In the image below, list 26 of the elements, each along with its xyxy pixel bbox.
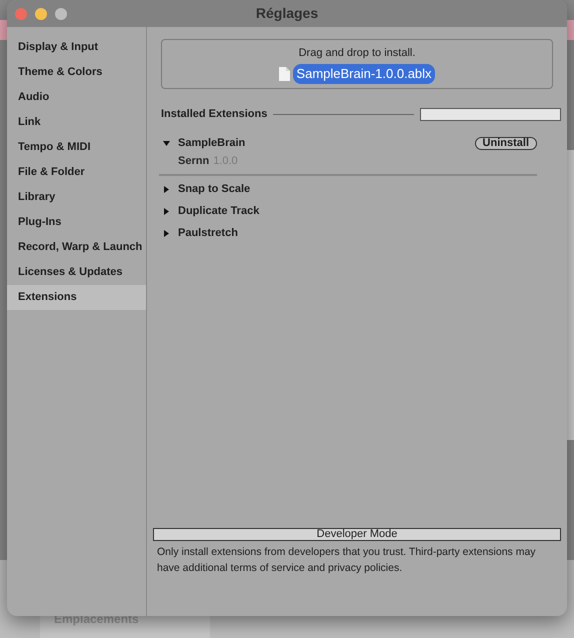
file-name[interactable]: SampleBrain-1.0.0.ablx bbox=[293, 64, 435, 84]
extension-name[interactable]: Duplicate Track bbox=[178, 203, 260, 220]
sidebar-item[interactable]: Plug-Ins bbox=[7, 210, 146, 235]
sidebar-item[interactable]: Theme & Colors bbox=[7, 60, 146, 85]
sidebar-item[interactable]: Licenses & Updates bbox=[7, 260, 146, 285]
extension-name[interactable]: SampleBrain bbox=[178, 135, 246, 152]
sidebar-item[interactable]: File & Folder bbox=[7, 160, 146, 185]
developer-note: Only install extensions from developers that you trust. Third-party extensions may have additional terms of service and privacy policies. bbox=[156, 545, 537, 576]
extension-author: Sernn bbox=[178, 154, 210, 170]
sidebar-item[interactable]: Library bbox=[7, 185, 146, 210]
sidebar-item[interactable]: Tempo & MIDI bbox=[7, 135, 146, 160]
sidebar-item[interactable]: Extensions bbox=[7, 285, 146, 310]
search-field[interactable] bbox=[420, 108, 561, 121]
uninstall-button[interactable]: Uninstall bbox=[474, 137, 537, 150]
drop-zone[interactable]: Drag and drop to install. SampleBrain-1.0.0.ablx bbox=[161, 39, 553, 89]
drop-hint: Drag and drop to install. bbox=[298, 46, 416, 60]
document-icon bbox=[279, 66, 290, 81]
window-title: Réglages bbox=[256, 4, 318, 23]
extension-name[interactable]: Paulstretch bbox=[178, 225, 238, 242]
extension-name[interactable]: Snap to Scale bbox=[178, 181, 250, 198]
sidebar-item[interactable]: Link bbox=[7, 110, 146, 135]
section-heading: Installed Extensions bbox=[161, 107, 268, 122]
sidebar-item[interactable]: Display & Input bbox=[7, 35, 146, 60]
developer-mode-button[interactable]: Developer Mode bbox=[153, 528, 561, 541]
sidebar-item[interactable]: Record, Warp & Launch bbox=[7, 235, 146, 260]
sidebar-item[interactable]: Audio bbox=[7, 85, 146, 110]
